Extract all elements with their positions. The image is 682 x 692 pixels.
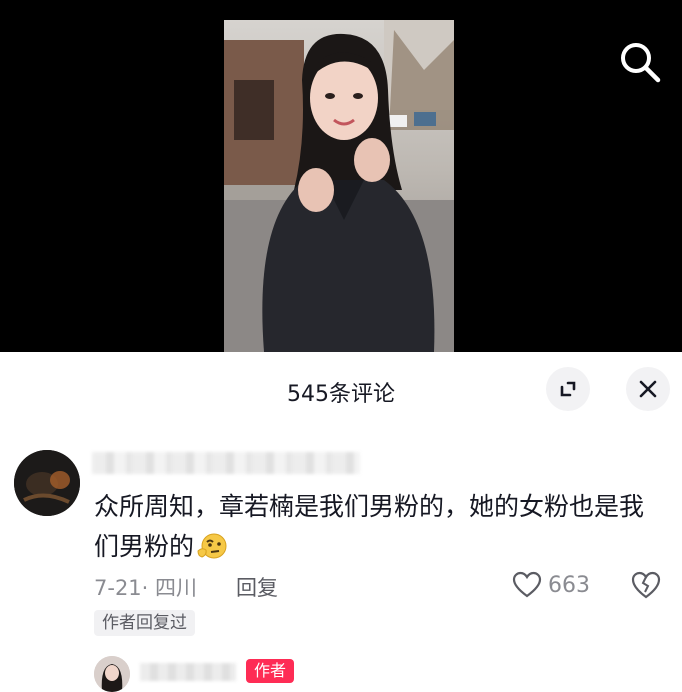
video-thumbnail[interactable] [224,20,454,352]
avatar-image [14,450,80,516]
like-count: 663 [548,572,590,598]
like-button[interactable]: 663 [512,570,590,600]
close-icon [639,380,657,398]
search-button[interactable] [616,38,664,86]
hand-shape [298,168,334,212]
comment-date-location: 7-21· 四川 [94,576,198,600]
eye-shape [325,93,335,99]
close-button[interactable] [626,367,670,411]
reply-button[interactable]: 回复 [236,572,278,602]
reply-author-name-redacted[interactable] [140,663,236,681]
expand-icon [560,381,576,397]
reply-avatar-image [94,656,130,692]
thinking-face-emoji-icon [196,531,228,573]
expand-button[interactable] [546,367,590,411]
heart-icon [512,571,542,598]
author-badge: 作者 [246,659,295,683]
car-shape [389,115,407,127]
author-replied-tag: 作者回复过 [94,610,195,636]
commenter-username-redacted[interactable] [92,452,360,474]
eye-shape [353,93,363,99]
storefront-window [234,80,274,140]
comment-body: 众所周知，章若楠是我们男粉的，她的女粉也是我们男粉的 [94,492,645,561]
dislike-button[interactable] [630,570,662,600]
reply-author-avatar[interactable] [94,656,130,692]
search-icon [621,43,661,83]
comments-panel: 545条评论 众所周知，章若楠是我们男粉的，她的女粉也是我们男粉的 7-21· … [0,352,682,692]
broken-heart-icon [631,571,661,599]
commenter-avatar[interactable] [14,450,80,516]
video-player[interactable] [0,0,682,352]
hand-shape [354,138,390,182]
car-shape [414,112,436,126]
comment-text: 众所周知，章若楠是我们男粉的，她的女粉也是我们男粉的 [94,487,654,573]
video-frame-illustration [224,20,454,352]
